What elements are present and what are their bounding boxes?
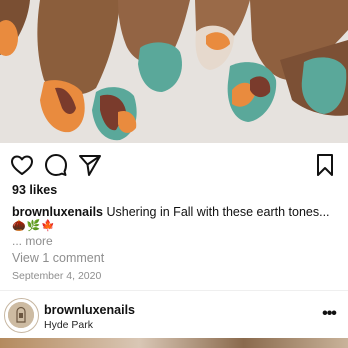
likes-count[interactable]: 93 likes [12,183,57,197]
post-caption: brownluxenails Ushering in Fall with the… [12,205,338,220]
post-date: September 4, 2020 [12,270,102,282]
avatar[interactable] [4,298,39,333]
heart-icon[interactable] [9,152,35,178]
more-link[interactable]: ... more [12,234,53,248]
post-actions-bar [0,150,348,180]
paper-plane-icon[interactable] [77,152,103,178]
caption-text: Ushering in Fall with these earth tones.… [106,205,330,219]
post-divider [0,290,348,291]
nail-photo [0,0,348,143]
more-options-icon[interactable]: ••• [318,305,340,325]
next-post-username[interactable]: brownluxenails [44,303,135,317]
bookmark-icon[interactable] [312,152,338,178]
next-post-image[interactable] [0,338,348,348]
caption-username[interactable]: brownluxenails [12,205,103,219]
next-post-location[interactable]: Hyde Park [44,319,93,331]
comment-icon[interactable] [43,152,69,178]
view-comments-link[interactable]: View 1 comment [12,251,104,265]
caption-emojis: 🌰🌿🍁 [12,220,57,232]
avatar-image [8,302,34,328]
post-image[interactable] [0,0,348,143]
